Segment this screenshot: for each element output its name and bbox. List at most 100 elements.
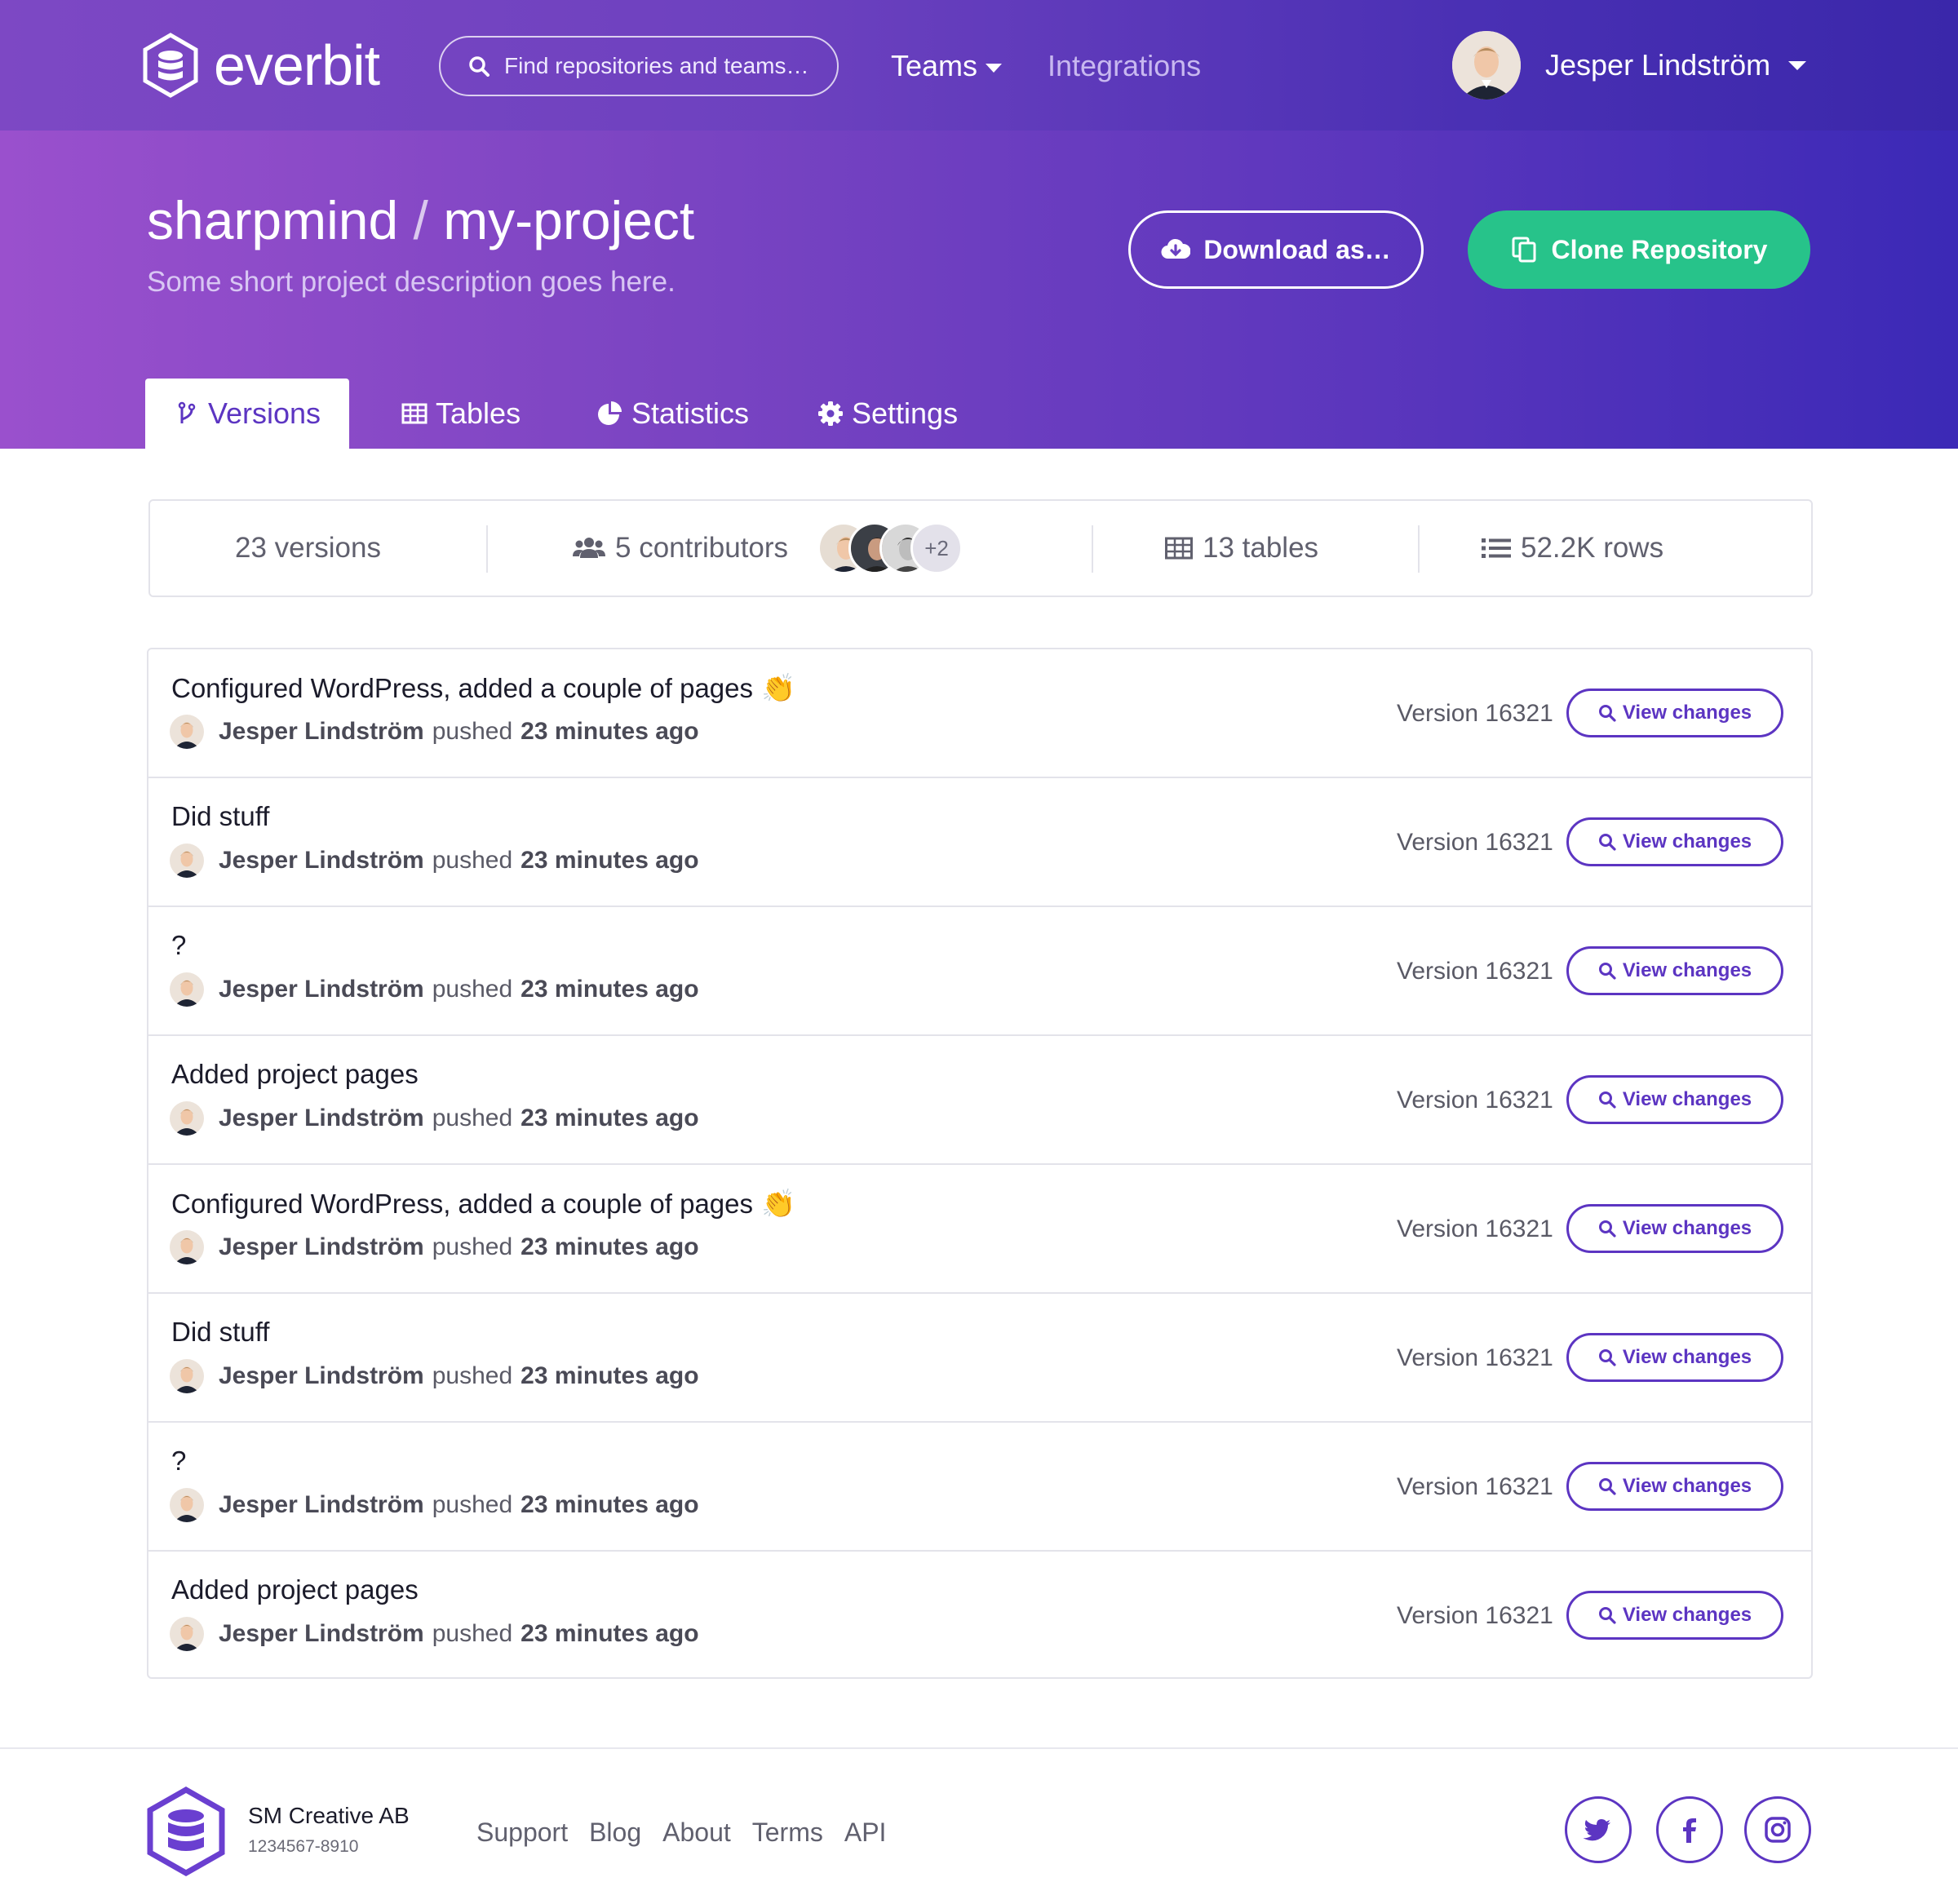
commit-meta: Jesper Lindström pushed 23 minutes ago xyxy=(170,1359,699,1393)
stat-tables[interactable]: 13 tables xyxy=(1165,501,1318,596)
commit-message[interactable]: Configured WordPress, added a couple of … xyxy=(171,672,795,705)
view-changes-button[interactable]: View changes xyxy=(1566,1333,1783,1382)
nav-integrations-link[interactable]: Integrations xyxy=(1048,49,1201,83)
commit-meta: Jesper Lindström pushed 23 minutes ago xyxy=(170,972,699,1007)
footer-link-blog[interactable]: Blog xyxy=(589,1818,641,1848)
commit-meta: Jesper Lindström pushed 23 minutes ago xyxy=(170,1101,699,1136)
commit-message[interactable]: Configured WordPress, added a couple of … xyxy=(171,1188,795,1220)
view-changes-button[interactable]: View changes xyxy=(1566,1462,1783,1511)
search-icon xyxy=(469,56,490,77)
twitter-button[interactable] xyxy=(1565,1796,1632,1863)
view-changes-button[interactable]: View changes xyxy=(1566,946,1783,995)
commit-message-text: Did stuff xyxy=(171,801,270,831)
commit-author[interactable]: Jesper Lindström xyxy=(219,847,424,875)
contributor-avatars[interactable]: +2 xyxy=(817,522,963,574)
commit-message[interactable]: Added project pages xyxy=(171,1059,419,1090)
project-header: everbit Find repositories and teams… Tea… xyxy=(0,0,1958,449)
version-number: Version 16321 xyxy=(1397,829,1553,856)
clapping-hands-icon: 👏 xyxy=(761,1189,796,1220)
commit-verb: pushed xyxy=(432,847,513,874)
avatar[interactable] xyxy=(170,1101,204,1136)
tab-statistics-label: Statistics xyxy=(631,396,750,430)
version-number: Version 16321 xyxy=(1397,700,1553,727)
view-changes-button[interactable]: View changes xyxy=(1566,689,1783,737)
avatar[interactable] xyxy=(170,1488,204,1522)
tab-versions-label: Versions xyxy=(207,396,321,430)
cloud-download-icon xyxy=(1161,238,1191,259)
commit-time: 23 minutes ago xyxy=(521,1491,699,1518)
version-row: Configured WordPress, added a couple of … xyxy=(148,649,1811,778)
avatar[interactable] xyxy=(170,844,204,878)
company-logo[interactable] xyxy=(147,1787,225,1876)
commit-verb: pushed xyxy=(432,1105,513,1131)
commit-verb: pushed xyxy=(432,718,513,745)
tab-statistics[interactable]: Statistics xyxy=(597,379,749,449)
version-row: Added project pages Jesper Lindström pushe… xyxy=(148,1036,1811,1165)
commit-time: 23 minutes ago xyxy=(521,847,699,874)
nav-teams-dropdown[interactable]: Teams xyxy=(891,49,1003,83)
chevron-down-icon xyxy=(986,63,1003,73)
commit-author[interactable]: Jesper Lindström xyxy=(219,1620,424,1648)
brand-name: everbit xyxy=(214,33,380,97)
footer-link-about[interactable]: About xyxy=(662,1818,731,1848)
view-changes-button[interactable]: View changes xyxy=(1566,817,1783,866)
commit-message-text: ? xyxy=(171,930,187,960)
search-input[interactable]: Find repositories and teams… xyxy=(439,36,839,96)
facebook-button[interactable] xyxy=(1656,1796,1723,1863)
commit-author[interactable]: Jesper Lindström xyxy=(219,1105,424,1132)
clone-repository-button[interactable]: Clone Repository xyxy=(1468,210,1810,289)
rows-count: 52.2K rows xyxy=(1521,532,1664,564)
commit-author[interactable]: Jesper Lindström xyxy=(219,718,424,746)
avatar[interactable] xyxy=(170,1359,204,1393)
commit-author[interactable]: Jesper Lindström xyxy=(219,1491,424,1519)
commit-meta: Jesper Lindström pushed 23 minutes ago xyxy=(170,844,699,878)
avatar[interactable] xyxy=(170,1617,204,1651)
download-button[interactable]: Download as… xyxy=(1128,210,1424,289)
instagram-button[interactable] xyxy=(1744,1796,1811,1863)
version-row: ? Jesper Lindström pushed 23 minutes ago Ver… xyxy=(148,1423,1811,1552)
view-changes-label: View changes xyxy=(1622,702,1752,724)
tab-tables[interactable]: Tables xyxy=(401,379,521,449)
tab-versions[interactable]: Versions xyxy=(145,379,349,449)
view-changes-label: View changes xyxy=(1622,1346,1752,1368)
project-owner[interactable]: sharpmind xyxy=(147,190,398,250)
footer-link-api[interactable]: API xyxy=(844,1818,887,1848)
versions-count: 23 versions xyxy=(235,532,381,564)
commit-verb: pushed xyxy=(432,976,513,1003)
commit-time: 23 minutes ago xyxy=(521,1233,699,1260)
user-menu[interactable]: Jesper Lindström xyxy=(1452,31,1807,100)
more-contributors-badge[interactable]: +2 xyxy=(910,522,963,574)
commit-message[interactable]: ? xyxy=(171,1446,186,1477)
commit-author[interactable]: Jesper Lindström xyxy=(219,976,424,1003)
view-changes-button[interactable]: View changes xyxy=(1566,1204,1783,1253)
commit-author[interactable]: Jesper Lindström xyxy=(219,1362,424,1390)
footer-link-support[interactable]: Support xyxy=(476,1818,568,1848)
search-icon xyxy=(1598,1607,1616,1624)
download-label: Download as… xyxy=(1203,234,1391,264)
view-changes-label: View changes xyxy=(1622,1604,1752,1626)
database-hexagon-icon xyxy=(143,33,198,98)
avatar[interactable] xyxy=(170,715,204,749)
stat-versions[interactable]: 23 versions xyxy=(235,501,381,596)
stat-contributors[interactable]: 5 contributors +2 xyxy=(573,501,963,596)
avatar[interactable] xyxy=(170,972,204,1007)
search-icon xyxy=(1598,705,1616,722)
project-name[interactable]: my-project xyxy=(443,190,694,250)
stat-rows[interactable]: 52.2K rows xyxy=(1482,501,1663,596)
commit-message[interactable]: Added project pages xyxy=(171,1574,419,1605)
commit-message[interactable]: Did stuff xyxy=(171,801,269,832)
tab-settings[interactable]: Settings xyxy=(817,379,958,449)
view-changes-label: View changes xyxy=(1622,830,1752,852)
footer-link-terms[interactable]: Terms xyxy=(752,1818,823,1848)
search-icon xyxy=(1598,963,1616,980)
commit-message[interactable]: Did stuff xyxy=(171,1317,269,1348)
brand-logo[interactable]: everbit xyxy=(142,33,380,98)
view-changes-button[interactable]: View changes xyxy=(1566,1075,1783,1124)
clapping-hands-icon: 👏 xyxy=(761,673,796,704)
users-icon xyxy=(573,538,605,558)
avatar xyxy=(1452,31,1521,100)
view-changes-button[interactable]: View changes xyxy=(1566,1591,1783,1640)
avatar[interactable] xyxy=(170,1230,204,1264)
commit-message[interactable]: ? xyxy=(171,930,186,961)
commit-author[interactable]: Jesper Lindström xyxy=(219,1233,424,1261)
